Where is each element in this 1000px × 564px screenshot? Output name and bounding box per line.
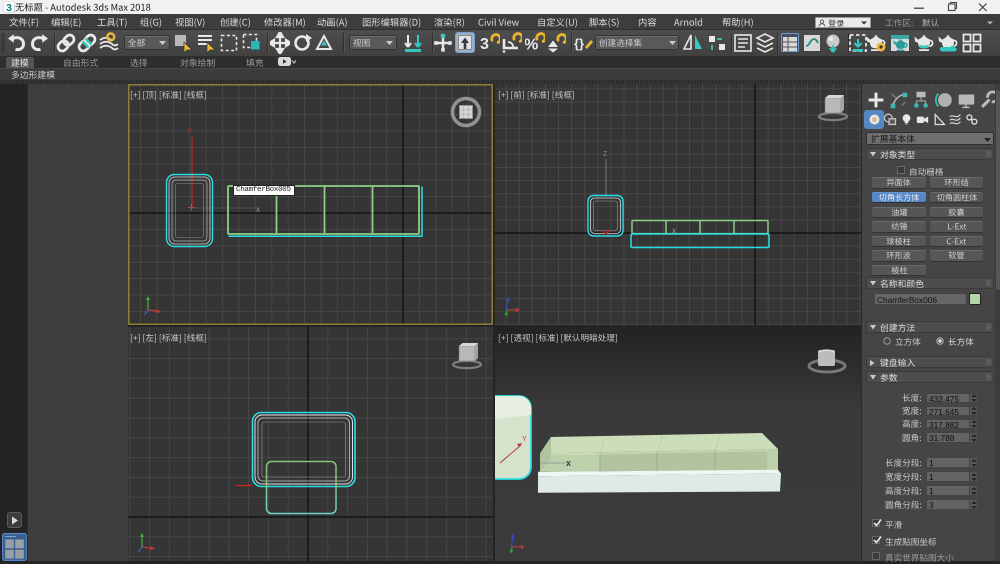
svg-text:x: x [256,205,260,214]
svg-text:x: x [566,458,571,468]
svg-text:3: 3 [480,36,489,53]
svg-text:Y: Y [187,127,193,136]
svg-text:Z: Z [603,151,608,158]
svg-text:Y: Y [522,436,527,443]
svg-text:3: 3 [6,2,12,13]
svg-text:{}: {} [574,36,584,51]
